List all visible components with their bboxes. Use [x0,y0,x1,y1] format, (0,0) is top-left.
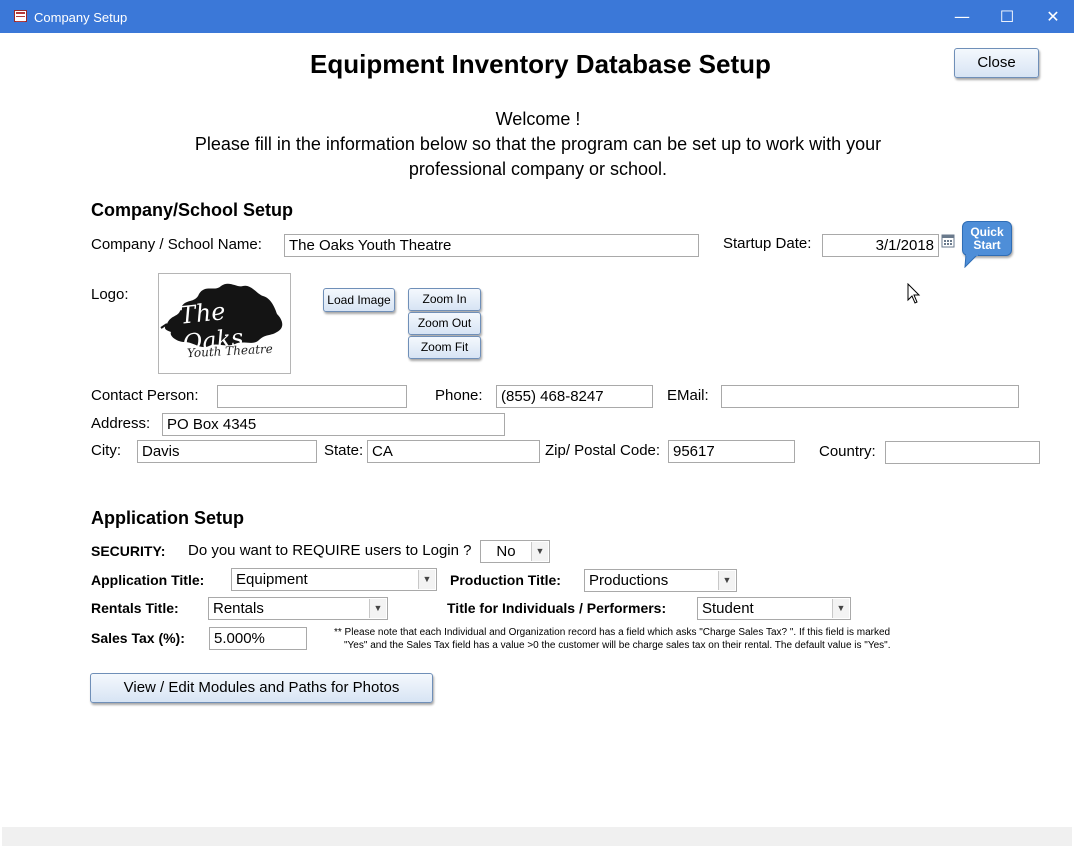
title-bar: Company Setup — ☐ ✕ [0,0,1074,33]
startup-date-label: Startup Date: [723,235,812,252]
modules-paths-button[interactable]: View / Edit Modules and Paths for Photos [90,673,433,703]
chevron-down-icon[interactable]: ▼ [418,570,435,589]
form-icon [14,10,27,22]
sales-tax-field[interactable]: 5.000% [209,627,307,650]
welcome-line-3: professional company or school. [408,159,668,179]
contact-person-label: Contact Person: [91,387,199,404]
app-title-label: Application Title: [91,572,205,588]
security-select-value: No [496,543,516,560]
startup-date-field[interactable]: 3/1/2018 [822,234,939,257]
quick-start-button[interactable]: Quick Start [962,221,1012,256]
production-title-value: Productions [589,572,669,589]
rentals-title-select[interactable]: Rentals ▼ [208,597,388,620]
company-name-label: Company / School Name: [91,236,262,253]
calendar-icon[interactable] [941,234,955,248]
production-title-label: Production Title: [450,572,561,588]
state-field[interactable]: CA [367,440,540,463]
rentals-title-value: Rentals [213,600,264,617]
chevron-down-icon[interactable]: ▼ [531,542,548,561]
email-field[interactable] [721,385,1019,408]
minimize-button[interactable]: — [939,0,985,33]
production-title-select[interactable]: Productions ▼ [584,569,737,592]
security-select[interactable]: No ▼ [480,540,550,563]
window-title: Company Setup [34,10,128,25]
sales-tax-note: ** Please note that each Individual and … [334,626,994,652]
zoom-in-button[interactable]: Zoom In [408,288,481,311]
welcome-line-1: Welcome ! [495,109,581,129]
speech-tail-icon [964,254,979,268]
individuals-title-select[interactable]: Student ▼ [697,597,851,620]
load-image-button[interactable]: Load Image [323,288,395,312]
quick-start-line-2: Start [973,238,1001,252]
company-name-field[interactable]: The Oaks Youth Theatre [284,234,699,257]
email-label: EMail: [667,387,709,404]
rentals-title-label: Rentals Title: [91,600,179,616]
status-strip [2,827,1072,846]
state-label: State: [324,442,364,459]
app-title-select[interactable]: Equipment ▼ [231,568,437,591]
zoom-fit-button[interactable]: Zoom Fit [408,336,481,359]
security-label: SECURITY: [91,543,166,559]
security-question: Do you want to REQUIRE users to Login ? [188,542,472,559]
phone-label: Phone: [435,387,483,404]
address-label: Address: [91,415,151,432]
phone-field[interactable]: (855) 468-8247 [496,385,653,408]
city-field[interactable]: Davis [137,440,317,463]
individuals-title-value: Student [702,600,754,617]
welcome-line-2: Please fill in the information below so … [194,134,882,154]
city-label: City: [91,442,121,459]
sales-tax-label: Sales Tax (%): [91,630,185,646]
sales-tax-note-line-2: "Yes" and the Sales Tax field has a valu… [344,640,891,651]
chevron-down-icon[interactable]: ▼ [832,599,849,618]
chevron-down-icon[interactable]: ▼ [369,599,386,618]
page-title: Equipment Inventory Database Setup [310,49,771,79]
logo-image: The Oaks Youth Theatre [158,273,291,374]
contact-person-field[interactable] [217,385,407,408]
zip-field[interactable]: 95617 [668,440,795,463]
mouse-pointer-icon [907,283,921,304]
company-section-title: Company/School Setup [91,200,294,220]
zoom-out-button[interactable]: Zoom Out [408,312,481,335]
app-title-value: Equipment [236,571,308,588]
welcome-text: Welcome ! Please fill in the information… [140,107,936,182]
logo-label: Logo: [91,286,129,303]
maximize-button[interactable]: ☐ [984,0,1030,33]
chevron-down-icon[interactable]: ▼ [718,571,735,590]
zip-label: Zip/ Postal Code: [545,442,661,459]
country-label: Country: [819,443,876,460]
sales-tax-note-line-1: ** Please note that each Individual and … [334,627,891,638]
application-section-title: Application Setup [91,508,244,528]
country-field[interactable] [885,441,1040,464]
close-window-button[interactable]: ✕ [1030,0,1074,33]
address-field[interactable]: PO Box 4345 [162,413,505,436]
individuals-title-label: Title for Individuals / Performers: [447,600,667,616]
close-button[interactable]: Close [954,48,1039,78]
